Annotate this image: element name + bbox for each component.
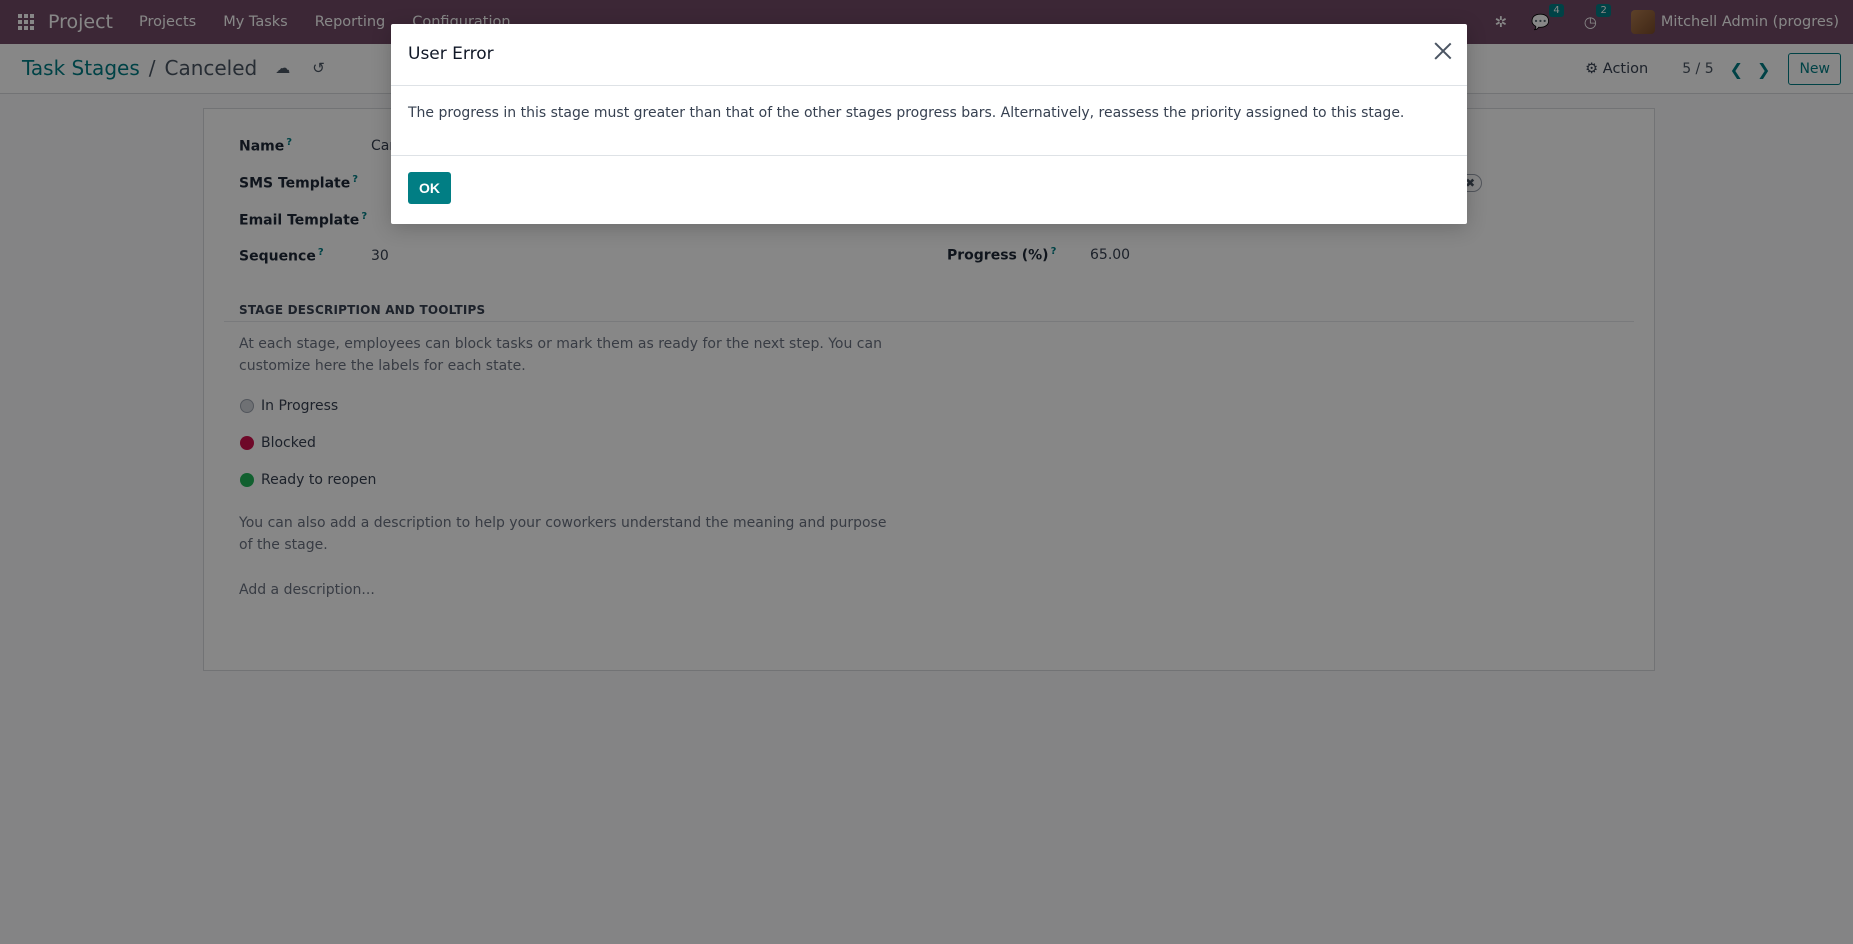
ok-button[interactable]: OK [408, 172, 451, 204]
close-icon[interactable] [1433, 41, 1453, 61]
dialog-header: User Error [391, 24, 1467, 86]
dialog-title: User Error [408, 44, 494, 64]
dialog-body: The progress in this stage must greater … [391, 86, 1467, 156]
dialog-message: The progress in this stage must greater … [408, 105, 1405, 121]
dialog-footer: OK [391, 156, 1467, 224]
user-error-dialog: User Error The progress in this stage mu… [391, 24, 1467, 224]
